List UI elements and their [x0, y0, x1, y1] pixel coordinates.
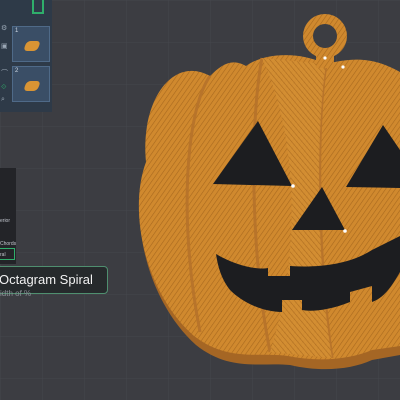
- search-icon[interactable]: ⌕: [1, 96, 5, 104]
- gear-icon[interactable]: ⚙: [1, 24, 7, 32]
- setting-value: ral: [0, 252, 6, 258]
- plate-thumbnail[interactable]: 2: [12, 66, 50, 102]
- plate-preview: [23, 41, 41, 51]
- lock-icon[interactable]: ▣: [1, 42, 8, 50]
- setting-label: erior: [0, 218, 11, 224]
- build-plate-grid: [0, 0, 400, 400]
- hanging-loop-neck: [316, 52, 334, 68]
- vertex-marker: [291, 184, 295, 188]
- plate-slice-icon[interactable]: [32, 0, 44, 14]
- vertex-marker: [343, 229, 347, 233]
- wifi-icon[interactable]: ⌒: [1, 68, 8, 78]
- 3d-viewport[interactable]: [0, 0, 400, 400]
- setting-label: idth of %: [0, 289, 32, 298]
- pattern-select-box[interactable]: ral: [0, 248, 15, 260]
- plate-preview: [23, 81, 41, 91]
- plate-number: 2: [15, 68, 19, 74]
- vertex-marker: [323, 56, 327, 60]
- pumpkin-body: [138, 55, 400, 360]
- setting-label: Chords: [0, 241, 17, 247]
- slice-icon[interactable]: ⟐: [1, 84, 7, 92]
- plate-number: 1: [15, 28, 19, 34]
- vertex-marker: [341, 65, 345, 69]
- hanging-loop-hole: [313, 24, 337, 48]
- plate-thumbnail[interactable]: 1: [12, 26, 50, 62]
- plate-sidebar: ⚙ ▣ 1 ⌒ 2 ⟐ ⌕: [0, 0, 52, 112]
